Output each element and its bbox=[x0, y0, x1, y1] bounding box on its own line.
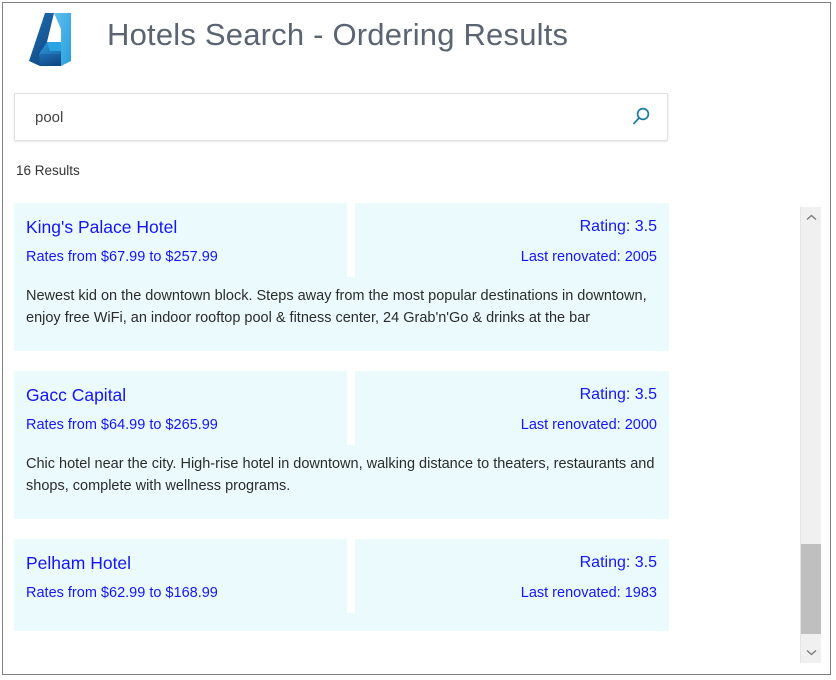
page-header: Hotels Search - Ordering Results bbox=[3, 3, 830, 81]
card-column-divider bbox=[347, 371, 355, 445]
results-count-label: 16 Results bbox=[16, 163, 80, 178]
results-region: King's Palace Hotel Rates from $67.99 to… bbox=[14, 203, 804, 665]
hotel-name[interactable]: King's Palace Hotel bbox=[26, 216, 347, 238]
scrollbar-track[interactable] bbox=[801, 228, 821, 642]
scrollbar-thumb[interactable] bbox=[801, 544, 821, 634]
hotel-last-renovated: Last renovated: 2005 bbox=[355, 247, 657, 267]
card-left-column: King's Palace Hotel Rates from $67.99 to… bbox=[14, 203, 347, 277]
app-window: Hotels Search - Ordering Results 16 Resu… bbox=[2, 2, 831, 675]
card-right-column: Rating: 3.5 Last renovated: 1983 bbox=[355, 539, 669, 613]
hotel-rating: Rating: 3.5 bbox=[355, 216, 657, 238]
azure-logo bbox=[23, 9, 87, 71]
hotel-description: Newest kid on the downtown block. Steps … bbox=[14, 277, 669, 351]
hotel-rating: Rating: 3.5 bbox=[355, 552, 657, 574]
page-title: Hotels Search - Ordering Results bbox=[107, 17, 568, 53]
card-right-column: Rating: 3.5 Last renovated: 2000 bbox=[355, 371, 669, 445]
card-right-column: Rating: 3.5 Last renovated: 2005 bbox=[355, 203, 669, 277]
hotel-last-renovated: Last renovated: 1983 bbox=[355, 583, 657, 603]
card-left-column: Pelham Hotel Rates from $62.99 to $168.9… bbox=[14, 539, 347, 613]
hotel-result-card[interactable]: King's Palace Hotel Rates from $67.99 to… bbox=[14, 203, 669, 351]
card-left-column: Gacc Capital Rates from $64.99 to $265.9… bbox=[14, 371, 347, 445]
results-scrollbar[interactable] bbox=[800, 207, 821, 663]
search-box[interactable] bbox=[14, 93, 668, 141]
hotel-rates: Rates from $64.99 to $265.99 bbox=[26, 415, 347, 435]
results-list: King's Palace Hotel Rates from $67.99 to… bbox=[14, 203, 675, 665]
scrollbar-up-button[interactable] bbox=[801, 207, 821, 228]
hotel-last-renovated: Last renovated: 2000 bbox=[355, 415, 657, 435]
chevron-up-icon bbox=[801, 214, 821, 221]
search-input[interactable] bbox=[15, 94, 615, 140]
hotel-description bbox=[14, 613, 669, 631]
card-column-divider bbox=[347, 539, 355, 613]
search-icon bbox=[621, 106, 661, 128]
hotel-name[interactable]: Pelham Hotel bbox=[26, 552, 347, 574]
card-header-row: Gacc Capital Rates from $64.99 to $265.9… bbox=[14, 371, 669, 445]
hotel-rates: Rates from $62.99 to $168.99 bbox=[26, 583, 347, 603]
hotel-name[interactable]: Gacc Capital bbox=[26, 384, 347, 406]
hotel-rates: Rates from $67.99 to $257.99 bbox=[26, 247, 347, 267]
search-button[interactable] bbox=[621, 100, 661, 134]
hotel-result-card[interactable]: Pelham Hotel Rates from $62.99 to $168.9… bbox=[14, 539, 669, 631]
card-column-divider bbox=[347, 203, 355, 277]
hotel-description: Chic hotel near the city. High-rise hote… bbox=[14, 445, 669, 519]
scrollbar-down-button[interactable] bbox=[801, 642, 821, 663]
chevron-down-icon bbox=[801, 649, 821, 656]
hotel-rating: Rating: 3.5 bbox=[355, 384, 657, 406]
hotel-result-card[interactable]: Gacc Capital Rates from $64.99 to $265.9… bbox=[14, 371, 669, 519]
card-header-row: King's Palace Hotel Rates from $67.99 to… bbox=[14, 203, 669, 277]
card-header-row: Pelham Hotel Rates from $62.99 to $168.9… bbox=[14, 539, 669, 613]
